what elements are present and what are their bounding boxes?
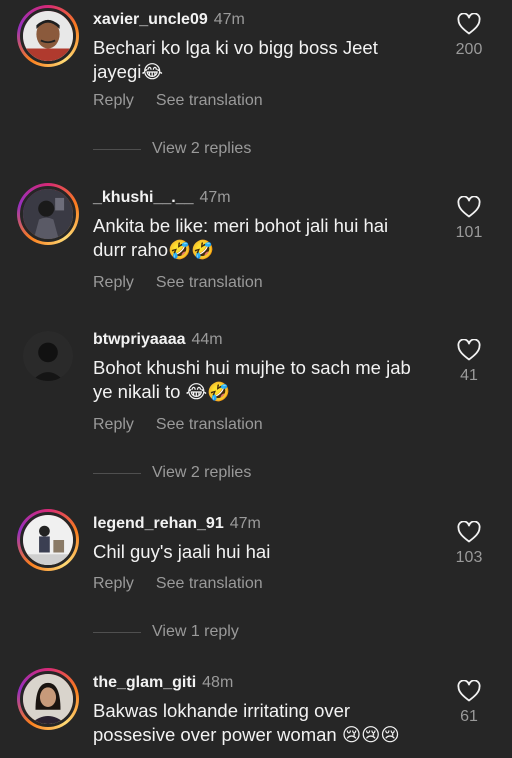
reply-divider — [93, 149, 141, 150]
reply-divider — [93, 473, 141, 474]
like-button[interactable]: 103 — [449, 521, 489, 567]
reply-button[interactable]: Reply — [93, 416, 134, 433]
heart-outline-icon — [457, 680, 481, 702]
like-count: 61 — [460, 708, 478, 725]
avatar[interactable] — [17, 5, 79, 67]
comment-text-line: Bechari ko lga ki vo bigg boss Jeet — [93, 37, 378, 58]
like-count: 41 — [460, 367, 478, 384]
heart-outline-icon — [457, 521, 481, 543]
reply-button[interactable]: Reply — [93, 92, 134, 109]
comment-text-line: ye nikali to 😂🤣 — [93, 381, 231, 402]
view-replies[interactable]: View 2 replies — [93, 139, 393, 159]
view-replies[interactable]: View 1 reply — [93, 622, 393, 642]
comments-screen: xavier_uncle09 47m Bechari ko lga ki vo b… — [0, 0, 512, 758]
comment-meta: legend_rehan_91 47m — [93, 514, 261, 534]
username[interactable]: the_glam_giti — [93, 674, 196, 691]
like-button[interactable]: 101 — [449, 196, 489, 242]
comment-text: Bechari ko lga ki vo bigg boss Jeet jaye… — [93, 36, 438, 84]
comment-text: Bohot khushi hui mujhe to sach me jab ye… — [93, 356, 438, 404]
comment-item: xavier_uncle09 47m Bechari ko lga ki vo b… — [0, 5, 512, 165]
comment-text-line: possesive over power woman 😢😢😢 — [93, 724, 400, 745]
comment-text: Bakwas lokhande irritating over possesiv… — [93, 699, 438, 747]
timestamp: 47m — [229, 515, 261, 532]
see-translation-button[interactable]: See translation — [156, 575, 263, 592]
view-replies-label[interactable]: View 1 reply — [152, 622, 239, 642]
comment-meta: _khushi__.__ 47m — [93, 188, 231, 208]
comment-item: legend_rehan_91 47m Chil guy's jaali hui … — [0, 509, 512, 649]
comment-item: btwpriyaaaa 44m Bohot khushi hui mujhe to… — [0, 325, 512, 485]
comment-actions: Reply See translation — [93, 415, 263, 435]
like-button[interactable]: 61 — [449, 680, 489, 726]
view-replies[interactable]: View 2 replies — [93, 463, 393, 483]
avatar[interactable] — [17, 668, 79, 730]
username[interactable]: legend_rehan_91 — [93, 515, 224, 532]
like-count: 101 — [455, 224, 483, 241]
heart-outline-icon — [457, 196, 481, 218]
comment-text-line: Ankita be like: meri bohot jali hui hai — [93, 215, 389, 236]
heart-outline-icon — [457, 339, 481, 361]
comment-meta: xavier_uncle09 47m — [93, 10, 245, 30]
timestamp: 47m — [199, 189, 231, 206]
comment-text-line: jayegi😂 — [93, 61, 163, 82]
view-replies-label[interactable]: View 2 replies — [152, 139, 251, 159]
see-translation-button[interactable]: See translation — [156, 274, 263, 291]
timestamp: 48m — [202, 674, 234, 691]
like-count: 200 — [455, 41, 483, 58]
comment-actions: Reply See translation — [93, 574, 263, 594]
comment-text-line: Bakwas lokhande irritating over — [93, 700, 351, 721]
avatar[interactable] — [17, 509, 79, 571]
username[interactable]: btwpriyaaaa — [93, 331, 185, 348]
reply-divider — [93, 632, 141, 633]
reply-button[interactable]: Reply — [93, 274, 134, 291]
comment-item: _khushi__.__ 47m Ankita be like: meri boh… — [0, 183, 512, 303]
comment-meta: the_glam_giti 48m — [93, 673, 233, 693]
comment-actions: Reply See translation — [93, 273, 263, 293]
comment-actions: Reply See translation — [93, 91, 263, 111]
comment-text-line: Bohot khushi hui mujhe to sach me jab — [93, 357, 411, 378]
comment-item: the_glam_giti 48m Bakwas lokhande irritat… — [0, 668, 512, 758]
timestamp: 47m — [213, 11, 245, 28]
avatar[interactable] — [17, 325, 79, 387]
view-replies-label[interactable]: View 2 replies — [152, 463, 251, 483]
see-translation-button[interactable]: See translation — [156, 92, 263, 109]
like-count: 103 — [455, 549, 483, 566]
see-translation-button[interactable]: See translation — [156, 416, 263, 433]
heart-outline-icon — [457, 13, 481, 35]
username[interactable]: _khushi__.__ — [93, 189, 194, 206]
comment-meta: btwpriyaaaa 44m — [93, 330, 223, 350]
like-button[interactable]: 41 — [449, 339, 489, 385]
reply-button[interactable]: Reply — [93, 575, 134, 592]
like-button[interactable]: 200 — [449, 13, 489, 59]
comment-text: Ankita be like: meri bohot jali hui hai … — [93, 214, 438, 262]
comment-text: Chil guy's jaali hui hai — [93, 540, 438, 564]
comment-text-line: Chil guy's jaali hui hai — [93, 541, 271, 562]
timestamp: 44m — [191, 331, 223, 348]
avatar[interactable] — [17, 183, 79, 245]
username[interactable]: xavier_uncle09 — [93, 11, 208, 28]
comment-text-line: durr raho🤣🤣 — [93, 239, 215, 260]
